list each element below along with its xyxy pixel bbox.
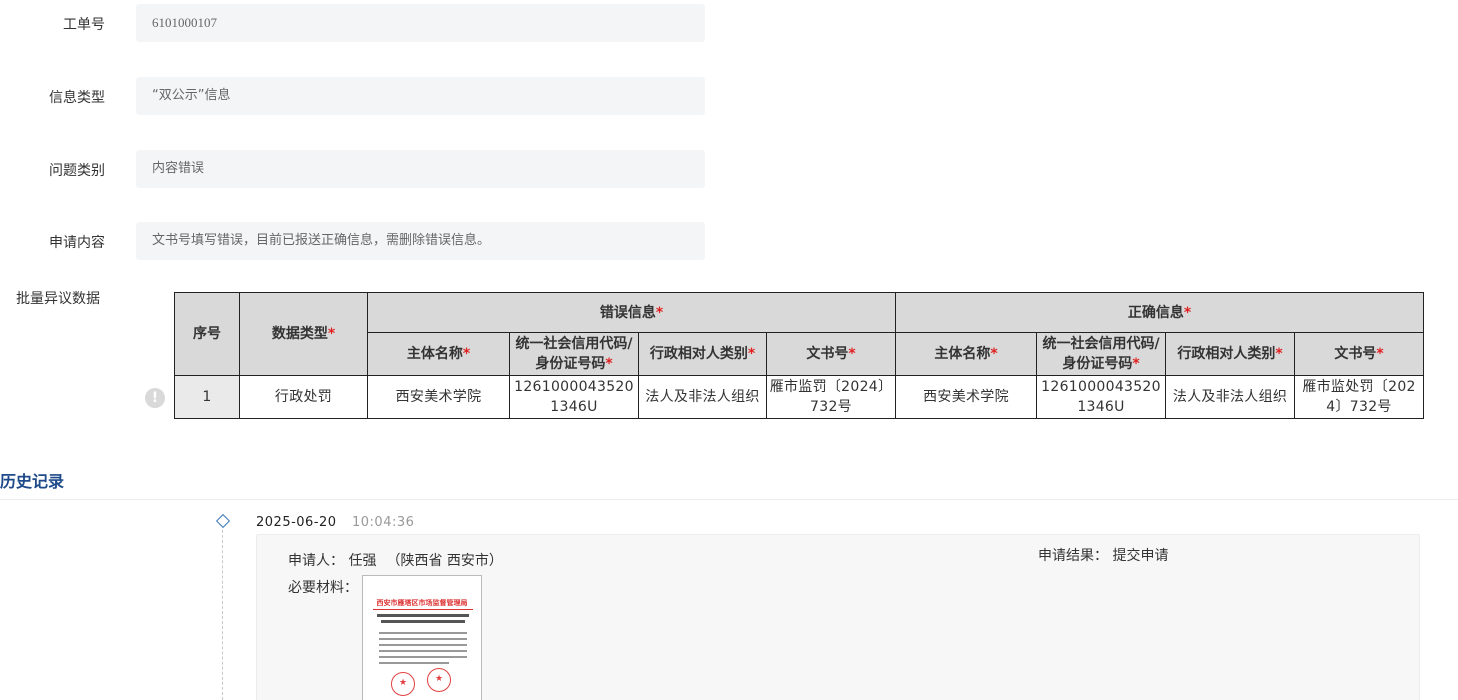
- col-header-wrong-counterpart-type: 行政相对人类别*: [638, 332, 767, 376]
- request-field[interactable]: 文书号填写错误，目前已报送正确信息，需删除错误信息。: [136, 222, 705, 260]
- col-header-correct-subject: 主体名称*: [895, 332, 1038, 376]
- history-card: 申请人： 任强 （陕西省 西安市） 申请结果： 提交申请 必要材料： 西安市雁塔区…: [256, 534, 1420, 700]
- cell-wrong-doc-no: 雁市监罚〔2024〕732号: [765, 375, 897, 419]
- col-header-seq: 序号: [174, 292, 240, 376]
- result-info: 申请结果： 提交申请: [1038, 545, 1168, 565]
- applicant-label: 申请人：: [288, 553, 344, 569]
- applicant-region: （陕西省 西安市）: [386, 553, 503, 569]
- cell-wrong-credit-code: 12610000435201346U: [509, 375, 639, 419]
- stamp-icon: [427, 668, 451, 692]
- col-header-correct-counterpart-type: 行政相对人类别*: [1165, 332, 1296, 376]
- cell-correct-counterpart-type: 法人及非法人组织: [1165, 375, 1296, 419]
- applicant-name: 任强: [348, 553, 377, 569]
- issue-type-field[interactable]: 内容错误: [136, 150, 705, 188]
- form-row-info-type: 信息类型 “双公示”信息: [0, 77, 710, 115]
- history-time: 10:04:36: [352, 515, 415, 530]
- cell-data-type: 行政处罚: [239, 375, 368, 419]
- info-type-field[interactable]: “双公示”信息: [136, 77, 705, 115]
- col-header-correct-credit-code: 统一社会信用代码/身份证号码*: [1036, 332, 1167, 376]
- cell-wrong-subject: 西安美术学院: [367, 375, 510, 419]
- batch-data-label: 批量异议数据: [16, 291, 100, 307]
- material-document-thumbnail[interactable]: 西安市雁塔区市场监督管理局: [362, 575, 482, 700]
- col-header-data-type: 数据类型*: [239, 292, 368, 376]
- history-date: 2025-06-20: [256, 515, 337, 530]
- form-row-request: 申请内容 文书号填写错误，目前已报送正确信息，需删除错误信息。: [0, 222, 710, 260]
- timeline-node-icon: [215, 513, 231, 529]
- col-header-correct-doc-no: 文书号*: [1294, 332, 1425, 376]
- info-type-label: 信息类型: [49, 90, 105, 106]
- batch-data-table: 序号 数据类型* 错误信息* 正确信息* 主体名称* 统一社会信用代码/身份证号…: [174, 292, 1425, 419]
- cell-correct-credit-code: 12610000435201346U: [1036, 375, 1167, 419]
- result-value: 提交申请: [1112, 548, 1169, 564]
- cell-seq: 1: [174, 375, 240, 419]
- order-no-field[interactable]: 6101000107: [136, 4, 705, 42]
- exclamation-icon[interactable]: !: [145, 388, 165, 408]
- table-row: 1 行政处罚 西安美术学院 12610000435201346U 法人及非法人组…: [174, 375, 1425, 419]
- cell-wrong-counterpart-type: 法人及非法人组织: [638, 375, 767, 419]
- issue-type-label: 问题类别: [49, 163, 105, 179]
- cell-correct-doc-no: 雁市监处罚〔2024〕732号: [1294, 375, 1425, 419]
- stamp-icon: [391, 672, 415, 696]
- cell-correct-subject: 西安美术学院: [895, 375, 1038, 419]
- order-no-label: 工单号: [63, 17, 105, 33]
- materials-label: 必要材料：: [288, 580, 358, 596]
- applicant-info: 申请人： 任强 （陕西省 西安市）: [288, 550, 503, 570]
- form-row-issue-type: 问题类别 内容错误: [0, 150, 710, 188]
- col-header-wrong-credit-code: 统一社会信用代码/身份证号码*: [509, 332, 639, 376]
- col-header-wrong-doc-no: 文书号*: [765, 332, 897, 376]
- history-title: 历史记录: [0, 472, 65, 491]
- result-label: 申请结果：: [1038, 548, 1108, 564]
- col-header-wrong-subject: 主体名称*: [367, 332, 510, 376]
- group-header-wrong-info: 错误信息*: [366, 292, 897, 333]
- form-row-order-no: 工单号 6101000107: [0, 4, 710, 42]
- divider: [0, 499, 1458, 500]
- request-label: 申请内容: [49, 235, 105, 251]
- group-header-correct-info: 正确信息*: [895, 292, 1425, 333]
- timeline-line: [222, 530, 223, 700]
- document-header-text: 西安市雁塔区市场监督管理局: [376, 599, 468, 607]
